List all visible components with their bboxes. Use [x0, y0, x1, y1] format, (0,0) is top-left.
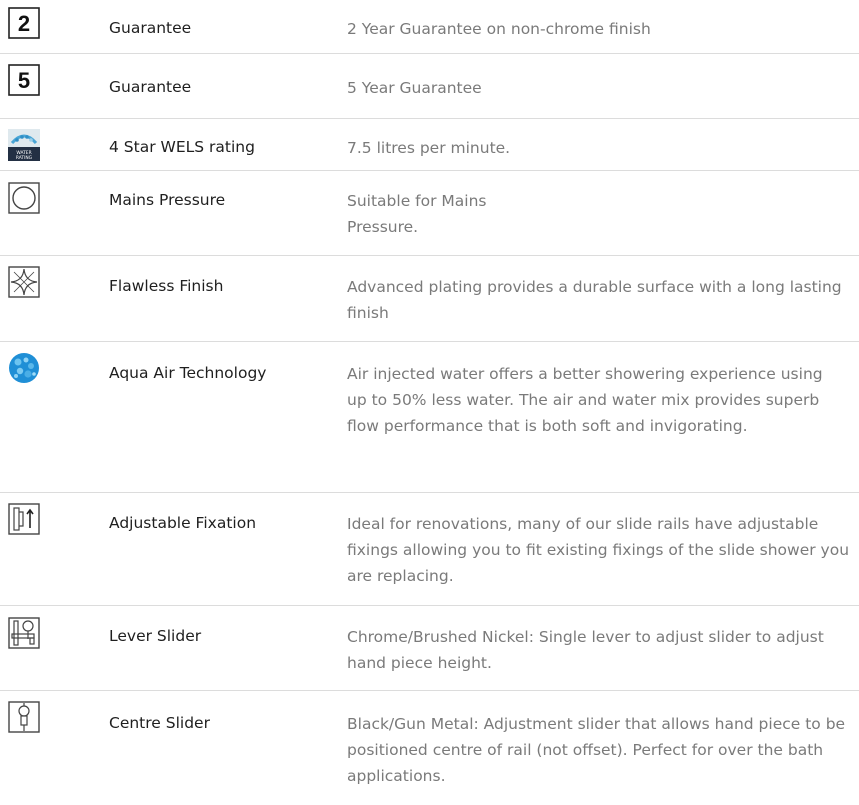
- feature-row-centre-slider: Centre Slider Black/Gun Metal: Adjustmen…: [0, 691, 859, 805]
- feature-description: 7.5 litres per minute.: [347, 139, 511, 157]
- feature-row-adjustable-fixation: Adjustable Fixation Ideal for renovation…: [0, 493, 859, 606]
- feature-row-lever-slider: Lever Slider Chrome/Brushed Nickel: Sing…: [0, 606, 859, 691]
- feature-label: Flawless Finish: [109, 277, 224, 295]
- svg-text:5: 5: [18, 68, 30, 93]
- feature-description: Air injected water offers a better showe…: [347, 365, 823, 435]
- feature-row-guarantee-2: 2 Guarantee 2 Year Guarantee on non-chro…: [0, 0, 859, 54]
- feature-label: Aqua Air Technology: [109, 364, 267, 382]
- centre-slider-icon: [8, 701, 40, 733]
- svg-text:2: 2: [18, 11, 30, 36]
- feature-list: 2 Guarantee 2 Year Guarantee on non-chro…: [0, 0, 859, 805]
- feature-description: Suitable for Mains Pressure.: [347, 192, 487, 236]
- aqua-air-bubbles-icon: [8, 352, 40, 384]
- sparkle-star-icon: [8, 266, 40, 298]
- feature-label: Lever Slider: [109, 627, 202, 645]
- feature-label: Adjustable Fixation: [109, 514, 257, 532]
- feature-description: Ideal for renovations, many of our slide…: [347, 515, 850, 585]
- mains-pressure-circle-icon: [8, 182, 40, 214]
- feature-row-wels-rating: WATER RATING 4 Star WELS rating 7.5 litr…: [0, 119, 859, 171]
- feature-description: 5 Year Guarantee: [347, 79, 482, 97]
- feature-label: 4 Star WELS rating: [109, 138, 255, 156]
- adjustable-fixation-icon: [8, 503, 40, 535]
- svg-text:RATING: RATING: [16, 155, 33, 161]
- number-2-icon: 2: [8, 7, 40, 39]
- feature-description: Chrome/Brushed Nickel: Single lever to a…: [347, 628, 824, 672]
- feature-label: Guarantee: [109, 19, 192, 37]
- feature-description: 2 Year Guarantee on non-chrome finish: [347, 20, 651, 38]
- feature-label: Guarantee: [109, 78, 192, 96]
- feature-row-mains-pressure: Mains Pressure Suitable for Mains Pressu…: [0, 171, 859, 256]
- feature-row-aqua-air: Aqua Air Technology Air injected water o…: [0, 342, 859, 493]
- feature-row-guarantee-5: 5 Guarantee 5 Year Guarantee: [0, 54, 859, 119]
- wels-water-rating-icon: WATER RATING: [8, 129, 40, 161]
- feature-description: Advanced plating provides a durable surf…: [347, 278, 842, 322]
- feature-description: Black/Gun Metal: Adjustment slider that …: [347, 715, 846, 785]
- lever-slider-icon: [8, 617, 40, 649]
- feature-row-flawless-finish: Flawless Finish Advanced plating provide…: [0, 256, 859, 342]
- number-5-icon: 5: [8, 64, 40, 96]
- feature-label: Centre Slider: [109, 714, 210, 732]
- feature-label: Mains Pressure: [109, 191, 226, 209]
